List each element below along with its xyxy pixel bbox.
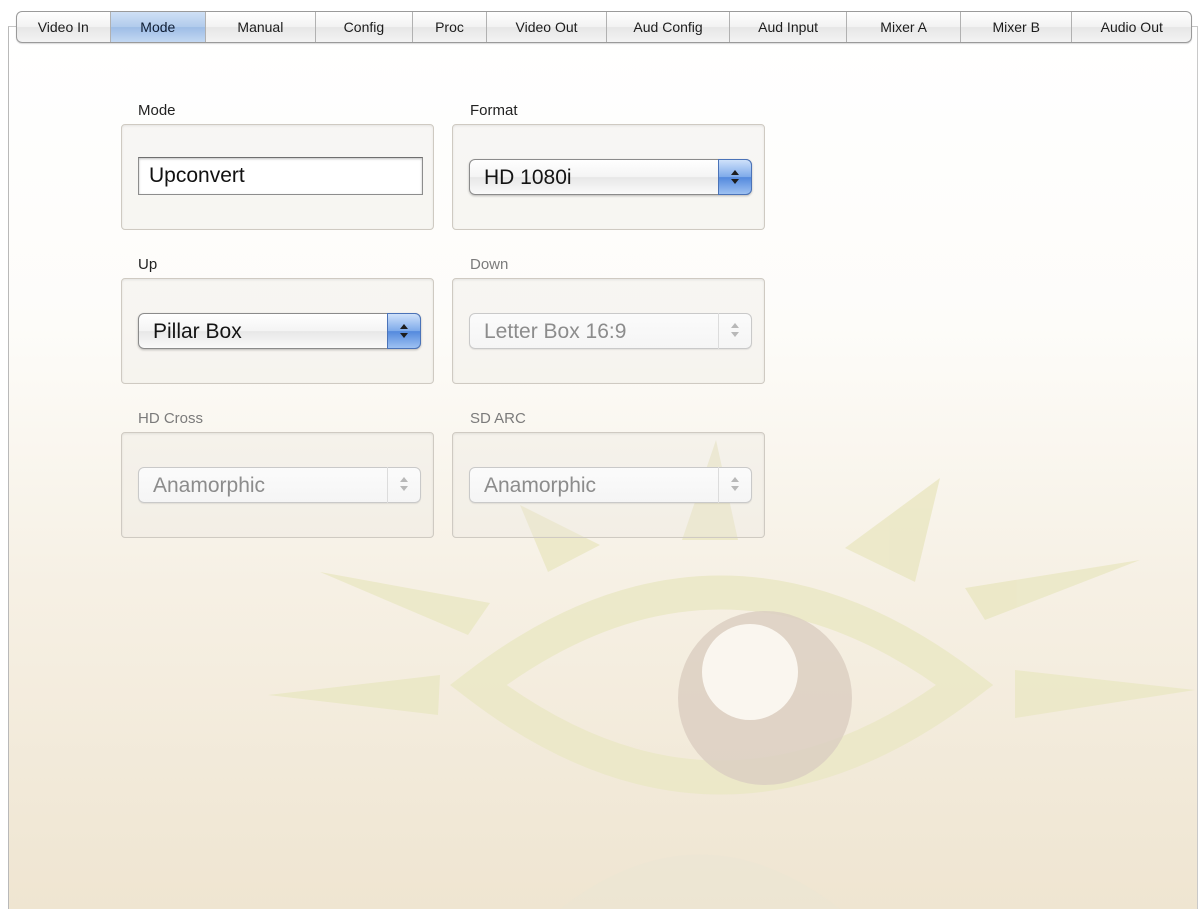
format-group-label: Format [470,102,518,119]
tab-manual[interactable]: Manual [206,12,316,42]
up-down-arrows-icon [718,159,752,195]
tab-video-out[interactable]: Video Out [487,12,608,42]
hd-cross-popup-value: Anamorphic [153,474,266,497]
up-down-arrows-icon [718,313,752,349]
mode-group: Upconvert [121,124,434,230]
tab-bar: Video In Mode Manual Config Proc Video O… [16,11,1192,43]
hd-cross-group-label: HD Cross [138,410,204,427]
up-group-label: Up [138,256,158,273]
app-window: Video In Mode Manual Config Proc Video O… [0,0,1198,909]
up-popup-value: Pillar Box [153,320,242,343]
mode-group-label: Mode [138,102,176,119]
down-popup-value: Letter Box 16:9 [484,320,627,343]
hd-cross-popup: Anamorphic [138,467,421,503]
format-group: HD 1080i [452,124,765,230]
tab-aud-input[interactable]: Aud Input [730,12,848,42]
sd-arc-group-label: SD ARC [470,410,526,427]
tab-proc[interactable]: Proc [413,12,487,42]
sd-arc-popup: Anamorphic [469,467,752,503]
format-popup-value: HD 1080i [484,166,572,189]
sd-arc-popup-value: Anamorphic [484,474,597,497]
hd-cross-group: Anamorphic [121,432,434,538]
tab-mode[interactable]: Mode [110,12,207,42]
up-group: Pillar Box [121,278,434,384]
tab-config[interactable]: Config [316,12,414,42]
tab-audio-out[interactable]: Audio Out [1072,12,1191,42]
tab-video-in[interactable]: Video In [17,12,111,42]
up-down-arrows-icon [387,313,421,349]
up-down-arrows-icon [718,467,752,503]
sd-arc-group: Anamorphic [452,432,765,538]
up-popup[interactable]: Pillar Box [138,313,421,349]
format-popup[interactable]: HD 1080i [469,159,752,195]
mode-field[interactable]: Upconvert [138,157,423,195]
down-group-label: Down [470,256,509,273]
tab-aud-config[interactable]: Aud Config [607,12,730,42]
up-down-arrows-icon [387,467,421,503]
tab-mixer-a[interactable]: Mixer A [847,12,961,42]
down-popup: Letter Box 16:9 [469,313,752,349]
down-group: Letter Box 16:9 [452,278,765,384]
tab-mixer-b[interactable]: Mixer B [961,12,1073,42]
